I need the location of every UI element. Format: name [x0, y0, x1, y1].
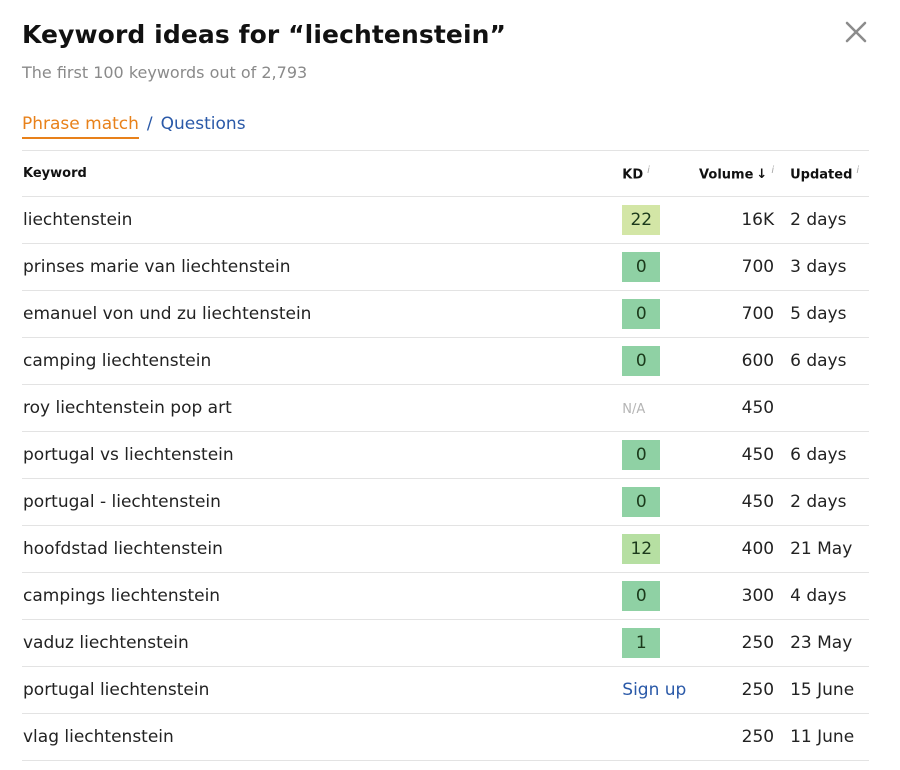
table-body: liechtenstein 22 16K 2 days prinses marie va…	[22, 197, 869, 761]
match-type-tabs: Phrase match / Questions	[22, 114, 246, 139]
kd-cell: 1	[622, 628, 688, 658]
updated-cell: 4 days	[790, 586, 847, 606]
updated-cell: 5 days	[790, 304, 847, 324]
info-icon[interactable]: i	[647, 165, 650, 176]
volume-cell: 300	[741, 586, 775, 606]
volume-cell: 250	[741, 680, 775, 700]
kd-score-badge: 0	[622, 299, 661, 329]
updated-column-header[interactable]: Updated i	[774, 165, 869, 182]
table-row: emanuel von und zu liechtenstein 0 700 5 da…	[22, 291, 869, 338]
keyword-cell: vaduz liechtenstein	[23, 633, 189, 653]
kd-score-badge: 0	[622, 581, 661, 611]
updated-header-label: Updated	[790, 167, 853, 183]
tab-questions[interactable]: Questions	[161, 114, 246, 134]
table-row: hoofdstad liechtenstein 12 400 21 May	[22, 526, 869, 573]
updated-cell: 2 days	[790, 210, 847, 230]
updated-cell: 11 June	[790, 727, 855, 747]
keyword-cell: hoofdstad liechtenstein	[23, 539, 223, 559]
info-icon[interactable]: i	[856, 165, 859, 176]
kd-score-badge: 12	[622, 534, 661, 564]
updated-cell: 21 May	[790, 539, 853, 559]
table-row: liechtenstein 22 16K 2 days	[22, 197, 869, 244]
keyword-cell: portugal liechtenstein	[23, 680, 210, 700]
kd-cell: 0	[622, 487, 688, 517]
keyword-header-label: Keyword	[23, 166, 87, 181]
keyword-cell: emanuel von und zu liechtenstein	[23, 304, 312, 324]
keyword-cell: roy liechtenstein pop art	[23, 398, 232, 418]
keyword-table: Keyword KD i Volume ↓ i Updated i liechtenst…	[22, 150, 869, 761]
updated-cell: 3 days	[790, 257, 847, 277]
volume-cell: 450	[741, 492, 775, 512]
volume-cell: 600	[741, 351, 775, 371]
volume-cell: 250	[741, 633, 775, 653]
sign-up-link[interactable]: Sign up	[622, 680, 686, 700]
volume-cell: 450	[741, 398, 775, 418]
keyword-cell: portugal - liechtenstein	[23, 492, 221, 512]
table-row: prinses marie van liechtenstein 0 700 3 day…	[22, 244, 869, 291]
volume-cell: 700	[741, 304, 775, 324]
keyword-cell: portugal vs liechtenstein	[23, 445, 234, 465]
volume-cell: 700	[741, 257, 775, 277]
kd-cell: 12	[622, 534, 688, 564]
updated-cell: 6 days	[790, 445, 847, 465]
kd-cell: 0	[622, 299, 688, 329]
volume-header-label: Volume	[699, 167, 754, 183]
kd-cell: Sign up	[622, 680, 688, 700]
table-row: portugal vs liechtenstein 0 450 6 days	[22, 432, 869, 479]
kd-cell: N/A	[622, 398, 688, 418]
dialog-subtitle: The first 100 keywords out of 2,793	[22, 63, 308, 82]
keyword-cell: camping liechtenstein	[23, 351, 212, 371]
table-row: vaduz liechtenstein 1 250 23 May	[22, 620, 869, 667]
updated-cell: 6 days	[790, 351, 847, 371]
kd-score-badge: 1	[622, 628, 661, 658]
keyword-cell: prinses marie van liechtenstein	[23, 257, 291, 277]
volume-cell: 400	[741, 539, 775, 559]
sort-down-arrow-icon: ↓	[756, 167, 768, 183]
dialog-title: Keyword ideas for “liechtenstein”	[22, 20, 507, 49]
kd-cell: 0	[622, 440, 688, 470]
table-header-row: Keyword KD i Volume ↓ i Updated i	[22, 151, 869, 197]
table-row: portugal liechtenstein Sign up 250 15 June	[22, 667, 869, 714]
close-icon[interactable]	[842, 18, 870, 46]
table-row: campings liechtenstein 0 300 4 days	[22, 573, 869, 620]
tab-phrase-match[interactable]: Phrase match	[22, 114, 139, 139]
kd-header-label: KD	[622, 167, 644, 183]
kd-score-badge: 0	[622, 487, 661, 517]
updated-cell: 15 June	[790, 680, 855, 700]
volume-cell: 450	[741, 445, 775, 465]
kd-cell: 22	[622, 205, 688, 235]
updated-cell: 2 days	[790, 492, 847, 512]
kd-score-badge: 0	[622, 346, 661, 376]
keyword-cell: campings liechtenstein	[23, 586, 221, 606]
volume-cell: 16K	[741, 210, 775, 230]
tab-separator: /	[146, 114, 153, 134]
kd-column-header[interactable]: KD i	[622, 165, 688, 182]
table-row: portugal - liechtenstein 0 450 2 days	[22, 479, 869, 526]
keyword-cell: vlag liechtenstein	[23, 727, 174, 747]
volume-column-header[interactable]: Volume ↓ i	[688, 165, 774, 182]
kd-not-available: N/A	[622, 402, 646, 417]
keyword-cell: liechtenstein	[23, 210, 133, 230]
kd-cell: 0	[622, 346, 688, 376]
table-row: vlag liechtenstein 250 11 June	[22, 714, 869, 761]
kd-cell: 0	[622, 252, 688, 282]
kd-score-badge: 0	[622, 252, 661, 282]
kd-score-badge: 0	[622, 440, 661, 470]
keyword-column-header: Keyword	[22, 166, 622, 181]
updated-cell: 23 May	[790, 633, 853, 653]
table-row: roy liechtenstein pop art N/A 450	[22, 385, 869, 432]
table-row: camping liechtenstein 0 600 6 days	[22, 338, 869, 385]
volume-cell: 250	[741, 727, 775, 747]
kd-cell: 0	[622, 581, 688, 611]
kd-score-badge: 22	[622, 205, 661, 235]
